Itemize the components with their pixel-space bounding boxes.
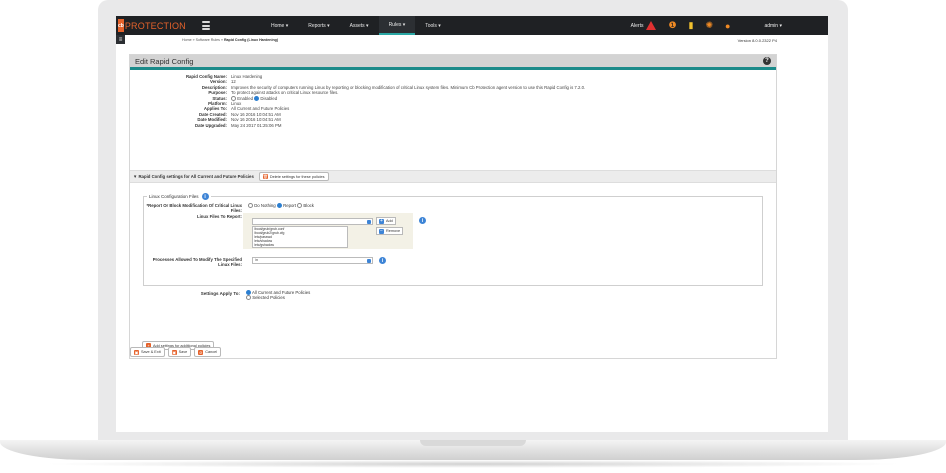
message-icon[interactable]: ▮ xyxy=(689,20,694,31)
fieldset-legend: Linux Configuration Files i xyxy=(147,193,211,200)
footer-buttons: ▣ Save & Exit ▣ Save ⊘ Cancel xyxy=(130,347,222,357)
laptop-mockup: cb PROTECTION Home ▾ Reports ▾ Assets ▾ … xyxy=(0,0,946,473)
sub-bar: ≡ Home » Software Rules » Rapid Config (… xyxy=(116,35,828,47)
delete-settings-button[interactable]: 🗑 Delete settings for these policies xyxy=(258,172,329,181)
save-icon: ▣ xyxy=(134,349,139,355)
config-details: Rapid Config Name: Linux Hardening Versio… xyxy=(130,74,776,128)
files-to-report-label: Linux Files To Report: xyxy=(196,214,242,219)
panel-header: Edit Rapid Config ? xyxy=(130,55,776,70)
version-text: Version 8.0.0.2322 P4 xyxy=(737,38,777,43)
alerts-label[interactable]: Alerts xyxy=(631,23,644,29)
gear-icon[interactable]: ✺ xyxy=(705,20,713,31)
trash-icon: 🗑 xyxy=(262,174,268,179)
plus-icon: + xyxy=(379,217,384,224)
detail-value: May 24 2017 01:25:06 PM xyxy=(231,122,282,128)
processes-input[interactable]: \n xyxy=(252,257,373,264)
files-listbox[interactable]: /boot/grub/grub.conf /boot/grub2/grub.cf… xyxy=(252,226,348,248)
block-radio[interactable] xyxy=(297,203,303,208)
dropdown-icon[interactable] xyxy=(367,220,371,224)
status-disabled-radio[interactable] xyxy=(254,95,260,101)
page-title: Edit Rapid Config xyxy=(135,56,194,66)
brand-name: PROTECTION xyxy=(124,20,186,31)
cancel-button[interactable]: ⊘ Cancel xyxy=(194,347,222,357)
do-nothing-radio[interactable] xyxy=(248,203,253,208)
processes-label: Processes Allowed To Modify The Specifie… xyxy=(152,257,242,267)
menu-rules[interactable]: Rules ▾ xyxy=(378,16,416,35)
edit-panel: Edit Rapid Config ? Rapid Config Name: Li… xyxy=(129,54,777,359)
save-label: Save xyxy=(178,350,188,354)
apply-selected-label: Selected Policies xyxy=(252,295,285,301)
main-menu: Home ▾ Reports ▾ Assets ▾ Rules ▾ Tools … xyxy=(261,16,451,35)
save-icon: ▣ xyxy=(171,349,177,355)
laptop-shadow xyxy=(40,460,906,468)
processes-value: \n xyxy=(255,258,258,262)
settings-section-header[interactable]: ▼ Rapid Config settings for All Current … xyxy=(130,170,776,183)
breadcrumb: Home » Software Rules » Rapid Config (Li… xyxy=(182,38,278,42)
do-nothing-label: Do Nothing xyxy=(254,203,276,208)
legend-text: Linux Configuration Files xyxy=(149,194,199,199)
report-label: Report xyxy=(283,203,297,208)
breadcrumb-current: Rapid Config (Linux Hardening) xyxy=(223,38,279,42)
apply-selected-radio[interactable] xyxy=(246,295,251,301)
menu-tools[interactable]: Tools ▾ xyxy=(415,16,451,35)
notification-icon[interactable]: ❶ xyxy=(668,20,676,31)
top-navbar: cb PROTECTION Home ▾ Reports ▾ Assets ▾ … xyxy=(116,16,828,35)
report-block-options: Do Nothing Report Block xyxy=(248,203,314,208)
settings-apply-options: All Current and Future Policies Selected… xyxy=(246,290,310,301)
block-label: Block xyxy=(303,203,314,208)
settings-apply-label: Settings Apply To: xyxy=(200,291,240,296)
alert-warning-icon[interactable] xyxy=(646,21,657,30)
report-radio[interactable] xyxy=(276,203,282,208)
add-file-button[interactable]: + Add xyxy=(376,217,396,225)
breadcrumb-path[interactable]: Home » Software Rules » xyxy=(182,38,224,42)
save-exit-button[interactable]: ▣ Save & Exit xyxy=(130,347,165,357)
section-title[interactable]: ▼ Rapid Config settings for All Current … xyxy=(133,174,254,179)
list-item[interactable]: /etc/gshadow xyxy=(254,243,346,247)
dropdown-icon[interactable] xyxy=(367,259,371,263)
status-disabled-label: Disabled xyxy=(260,95,278,101)
status-enabled-label: Enabled xyxy=(237,95,253,101)
remove-file-button[interactable]: − Remove xyxy=(376,227,404,235)
cancel-label: Cancel xyxy=(205,350,218,354)
user-menu[interactable]: admin ▾ xyxy=(764,23,782,29)
menu-reports[interactable]: Reports ▾ xyxy=(298,16,339,35)
menu-home[interactable]: Home ▾ xyxy=(261,16,298,35)
info-icon[interactable]: i xyxy=(201,193,209,200)
dashboard-icon[interactable] xyxy=(202,21,210,30)
question-icon[interactable]: ? xyxy=(763,57,771,65)
laptop-notch xyxy=(420,440,526,446)
menu-assets[interactable]: Assets ▾ xyxy=(340,16,379,35)
save-exit-label: Save & Exit xyxy=(141,350,161,354)
delete-settings-label: Delete settings for these policies xyxy=(269,174,325,179)
processes-info-icon[interactable]: i xyxy=(379,257,386,264)
report-block-label: *Report Or Block Modification Of Critica… xyxy=(146,203,243,213)
app-screen: cb PROTECTION Home ▾ Reports ▾ Assets ▾ … xyxy=(116,16,828,432)
nav-right: Alerts ❶ ▮ ✺ ● admin ▾ xyxy=(631,16,828,35)
add-label: Add xyxy=(386,219,393,223)
brand-badge: cb xyxy=(118,19,124,32)
save-button[interactable]: ▣ Save xyxy=(167,347,192,357)
minus-icon: − xyxy=(379,227,384,234)
file-path-input[interactable] xyxy=(252,218,373,225)
files-info-icon[interactable]: i xyxy=(419,217,426,224)
cancel-icon: ⊘ xyxy=(198,349,204,355)
remove-label: Remove xyxy=(386,229,401,233)
status-enabled-radio[interactable] xyxy=(231,95,236,101)
detail-label: Date Upgraded: xyxy=(195,122,227,128)
detail-row: Date Upgraded: May 24 2017 01:25:06 PM xyxy=(130,123,776,128)
help-icon[interactable]: ● xyxy=(725,21,730,31)
hamburger-icon[interactable]: ≡ xyxy=(116,35,125,44)
brand-logo[interactable]: cb PROTECTION xyxy=(118,18,186,33)
linux-config-fieldset: Linux Configuration Files i *Report Or Bl… xyxy=(143,193,763,286)
